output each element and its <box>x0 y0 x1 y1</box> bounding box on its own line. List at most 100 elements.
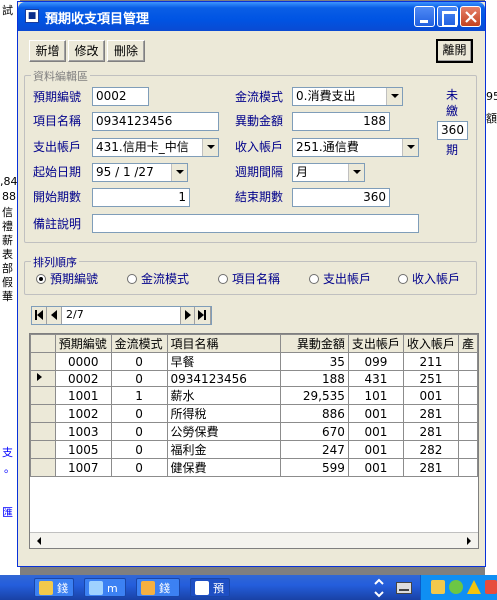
row-selector[interactable] <box>30 386 56 405</box>
table-cell[interactable]: 1002 <box>54 404 112 423</box>
chevron-down-icon[interactable] <box>202 139 218 156</box>
first-record-button[interactable] <box>32 307 47 324</box>
taskbar-item[interactable]: 錢 <box>34 578 74 597</box>
table-row[interactable]: 1005 0 福利金 247 001 282 <box>30 440 478 459</box>
chevron-down-icon[interactable] <box>386 88 402 105</box>
column-header[interactable]: 產 <box>457 334 478 353</box>
table-cell[interactable]: 0 <box>110 440 168 459</box>
prev-record-button[interactable] <box>47 307 62 324</box>
amount-field[interactable]: 188 <box>292 112 390 131</box>
table-cell[interactable]: 薪水 <box>166 386 281 405</box>
table-cell[interactable]: 1005 <box>54 440 112 459</box>
table-cell[interactable]: 公勞保費 <box>166 422 281 441</box>
row-selector[interactable] <box>30 352 56 371</box>
table-cell[interactable]: 29,535 <box>279 386 349 405</box>
table-cell[interactable]: 1 <box>110 386 168 405</box>
table-cell[interactable]: 35 <box>279 352 349 371</box>
row-selector[interactable] <box>30 422 56 441</box>
maximize-button[interactable] <box>437 6 458 27</box>
table-cell[interactable]: 早餐 <box>166 352 281 371</box>
table-cell[interactable]: 251 <box>402 370 459 387</box>
table-cell[interactable]: 281 <box>402 404 459 423</box>
last-record-button[interactable] <box>195 307 211 324</box>
table-row[interactable]: 1002 0 所得稅 886 001 281 <box>30 404 478 423</box>
sort-radio-pay-account[interactable]: 支出帳戶 <box>309 270 371 287</box>
table-cell[interactable]: 001 <box>347 422 404 441</box>
sort-radio-expected-no[interactable]: 預期編號 <box>36 270 98 287</box>
table-row[interactable]: 0002 0 0934123456 188 431 251 <box>30 370 478 387</box>
sort-radio-cashflow[interactable]: 金流模式 <box>127 270 189 287</box>
horizontal-scrollbar[interactable] <box>30 532 478 548</box>
table-cell[interactable]: 1003 <box>54 422 112 441</box>
table-cell[interactable] <box>457 422 478 441</box>
taskbar-scroll-icon[interactable] <box>373 577 385 599</box>
table-cell[interactable]: 431 <box>347 370 404 387</box>
table-cell[interactable]: 001 <box>347 440 404 459</box>
table-cell[interactable]: 599 <box>279 458 349 477</box>
table-cell[interactable]: 0934123456 <box>166 370 281 387</box>
delete-button[interactable]: 刪除 <box>107 40 145 62</box>
table-cell[interactable]: 282 <box>402 440 459 459</box>
table-cell[interactable]: 福利金 <box>166 440 281 459</box>
table-cell[interactable]: 1001 <box>54 386 112 405</box>
column-header[interactable]: 金流模式 <box>110 334 168 353</box>
next-record-button[interactable] <box>180 307 195 324</box>
period-combo[interactable]: 月 <box>292 163 365 182</box>
table-cell[interactable]: 099 <box>347 352 404 371</box>
table-cell[interactable] <box>457 458 478 477</box>
table-row[interactable]: 0000 0 早餐 35 099 211 <box>30 352 478 371</box>
table-row[interactable]: 1003 0 公勞保費 670 001 281 <box>30 422 478 441</box>
table-cell[interactable]: 101 <box>347 386 404 405</box>
tray-network-icon[interactable] <box>449 580 463 594</box>
chevron-down-icon[interactable] <box>402 139 418 156</box>
app-icon[interactable]: ■ <box>25 9 39 23</box>
table-cell[interactable]: 0 <box>110 458 168 477</box>
note-field[interactable] <box>92 214 419 233</box>
tray-folder-icon[interactable] <box>431 580 445 594</box>
records-grid[interactable]: 預期編號 金流模式 項目名稱 異動金額 支出帳戶 收入帳戶 產 0000 0 早餐 3… <box>29 333 479 549</box>
table-cell[interactable]: 281 <box>402 422 459 441</box>
table-cell[interactable]: 0 <box>110 422 168 441</box>
chevron-down-icon[interactable] <box>348 164 364 181</box>
scroll-left-icon[interactable] <box>33 534 45 548</box>
table-cell[interactable]: 所得稅 <box>166 404 281 423</box>
add-button[interactable]: 新增 <box>29 40 66 62</box>
table-cell[interactable]: 001 <box>347 404 404 423</box>
table-cell[interactable]: 健保費 <box>166 458 281 477</box>
tray-app-icon[interactable] <box>485 580 497 594</box>
table-cell[interactable]: 0000 <box>54 352 112 371</box>
chevron-down-icon[interactable] <box>171 164 187 181</box>
close-window-button[interactable] <box>460 6 481 27</box>
taskbar-item[interactable]: m <box>84 578 126 597</box>
table-row[interactable]: 1001 1 薪水 29,535 101 001 <box>30 386 478 405</box>
item-name-field[interactable]: 0934123456 <box>92 112 219 131</box>
table-row[interactable]: 1007 0 健保費 599 001 281 <box>30 458 478 477</box>
sort-radio-income-account[interactable]: 收入帳戶 <box>398 270 460 287</box>
taskbar-item-active[interactable]: 預 <box>190 578 230 597</box>
table-cell[interactable]: 001 <box>402 386 459 405</box>
table-cell[interactable]: 001 <box>347 458 404 477</box>
table-cell[interactable]: 670 <box>279 422 349 441</box>
edit-button[interactable]: 修改 <box>68 40 105 62</box>
row-selector[interactable] <box>30 458 56 477</box>
scroll-right-icon[interactable] <box>463 534 475 548</box>
table-cell[interactable] <box>457 404 478 423</box>
exit-button[interactable]: 離開 <box>436 39 473 63</box>
table-cell[interactable] <box>457 386 478 405</box>
row-selector[interactable] <box>30 440 56 459</box>
table-cell[interactable]: 886 <box>279 404 349 423</box>
column-header[interactable]: 異動金額 <box>279 334 349 353</box>
table-cell[interactable] <box>457 370 478 387</box>
row-selector[interactable] <box>30 370 56 387</box>
expected-no-field[interactable]: 0002 <box>92 87 149 106</box>
column-header[interactable]: 收入帳戶 <box>402 334 459 353</box>
pay-account-combo[interactable]: 431.信用卡_中信 <box>92 138 219 157</box>
table-cell[interactable] <box>457 440 478 459</box>
table-cell[interactable]: 0 <box>110 352 168 371</box>
column-header[interactable]: 預期編號 <box>54 334 112 353</box>
taskbar-item[interactable]: 錢 <box>136 578 180 597</box>
start-period-field[interactable]: 1 <box>92 188 190 207</box>
column-header[interactable]: 項目名稱 <box>166 334 281 353</box>
table-cell[interactable]: 211 <box>402 352 459 371</box>
column-header[interactable]: 支出帳戶 <box>347 334 404 353</box>
